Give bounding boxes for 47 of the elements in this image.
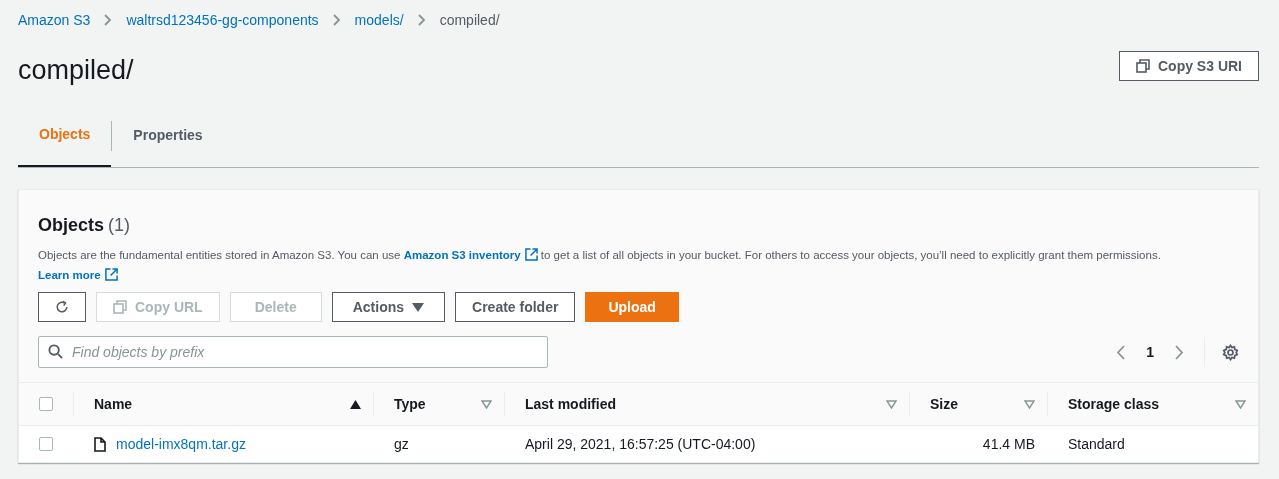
chevron-right-icon (332, 14, 341, 26)
actions-dropdown[interactable]: Actions (331, 292, 446, 322)
panel-heading: Objects (38, 214, 105, 237)
chevron-left-icon[interactable] (1116, 344, 1126, 360)
sort-ascending-icon[interactable] (350, 399, 361, 409)
caret-down-icon (412, 302, 425, 312)
external-link-icon (524, 248, 538, 261)
storage-class-cell: Standard (1068, 435, 1125, 452)
breadcrumb-link[interactable]: Amazon S3 (18, 9, 91, 31)
column-header[interactable]: Size (930, 393, 958, 415)
column-header[interactable]: Type (394, 393, 426, 415)
action-button[interactable]: Create folder (455, 292, 576, 322)
sort-icon[interactable] (1235, 399, 1246, 409)
help-link[interactable]: Amazon S3 inventory (403, 249, 521, 261)
copy-uri-button[interactable]: Copy S3 URI (1119, 51, 1259, 81)
page-number[interactable]: 1 (1146, 341, 1154, 363)
object-count: (1) (108, 214, 131, 237)
refresh-icon (55, 299, 69, 315)
breadcrumb-link[interactable]: waltrsd123456-gg-components (126, 9, 319, 31)
chevron-right-icon (417, 14, 426, 26)
file-icon (94, 436, 106, 452)
chevron-right-icon[interactable] (1175, 344, 1184, 360)
type-cell: gz (394, 435, 409, 452)
column-header[interactable]: Storage class (1068, 393, 1160, 415)
sort-icon[interactable] (1024, 399, 1035, 409)
breadcrumb-link[interactable]: models/ (354, 9, 404, 31)
select-all-checkbox[interactable] (39, 397, 53, 411)
column-header[interactable]: Last modified (525, 393, 616, 415)
panel-description: Objects are the fundamental entities stored in Amazon S3. You can use Amazon S3 inventory to get a list of all objects in your bucket. For others to access your objects, you’ll need to explicitly grant them permissions. Learn more (38, 247, 1162, 283)
size-cell: 41.4 MB (982, 435, 1035, 452)
search-icon (48, 344, 63, 359)
external-link-icon (104, 268, 118, 281)
copy-icon (113, 300, 127, 314)
page-title: compiled/ (18, 56, 134, 84)
refresh-button[interactable] (38, 292, 86, 322)
sort-icon[interactable] (886, 399, 897, 409)
search-field[interactable]: Find objects by prefix (38, 336, 548, 368)
settings-icon[interactable] (1222, 343, 1239, 361)
last-modified-cell: April 29, 2021, 16:57:25 (UTC-04:00) (525, 435, 756, 452)
copy-icon (1136, 59, 1150, 73)
tab[interactable]: Properties (112, 104, 224, 167)
object-name-link[interactable]: model-imx8qm.tar.gz (116, 433, 246, 455)
sort-icon[interactable] (481, 399, 492, 409)
chevron-right-icon (104, 14, 113, 26)
column-header[interactable]: Name (94, 393, 133, 415)
row-checkbox[interactable] (39, 437, 53, 451)
help-link[interactable]: Learn more (38, 269, 101, 281)
